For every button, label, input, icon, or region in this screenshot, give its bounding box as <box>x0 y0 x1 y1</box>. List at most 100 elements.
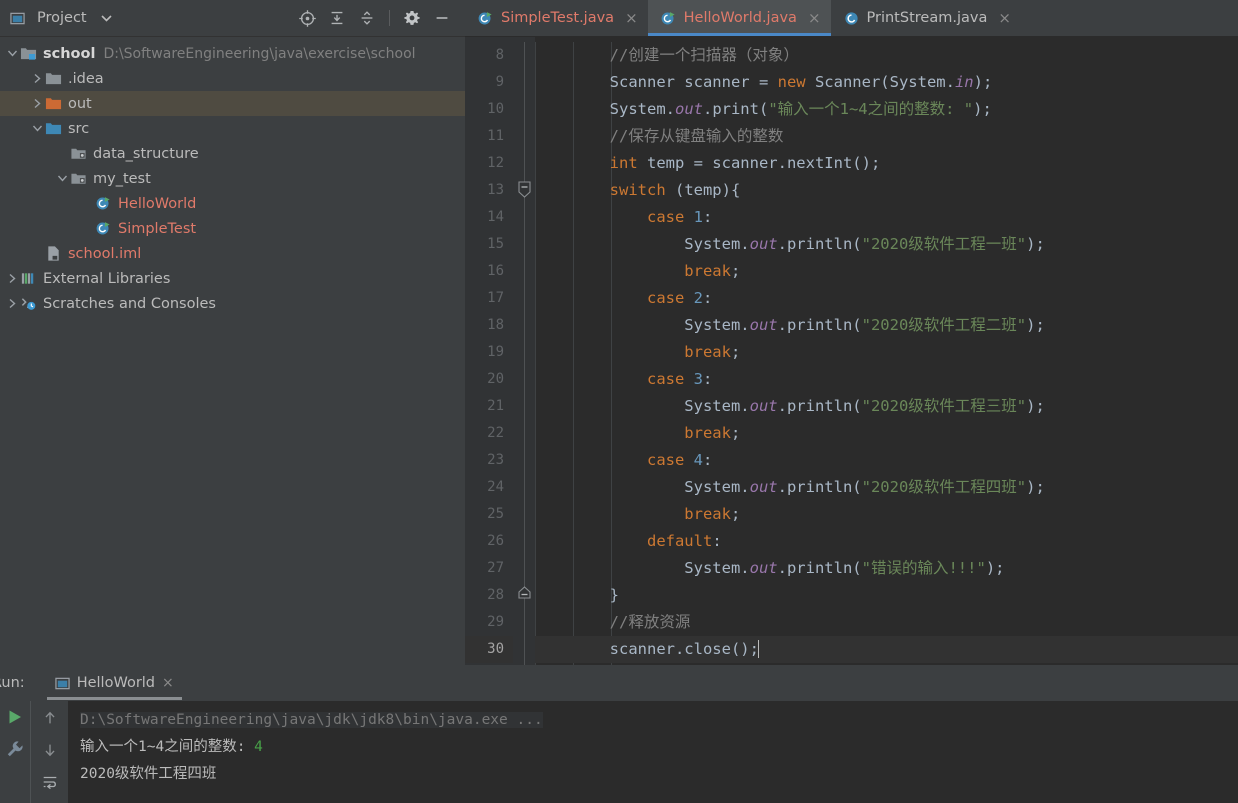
folder-gray-icon <box>45 70 62 87</box>
close-icon[interactable]: × <box>808 9 821 27</box>
package-icon <box>70 170 87 187</box>
tree-item-label: school <box>43 45 96 62</box>
twisty-right-icon[interactable] <box>4 296 20 312</box>
line-number: 8 <box>495 47 504 63</box>
soft-wrap-icon[interactable] <box>41 773 59 791</box>
line-number: 24 <box>487 479 504 495</box>
editor-area: SimpleTest.java × HelloWorld.java × PrintStr… <box>465 0 1238 665</box>
java-class-icon <box>843 10 860 27</box>
tree-item-my_test[interactable]: my_test <box>0 166 465 191</box>
editor-tab-printstream-java[interactable]: PrintStream.java × <box>831 0 1021 36</box>
code-line[interactable]: System.out.println("2020级软件工程四班"); <box>535 474 1238 501</box>
console-result: 2020级软件工程四班 <box>80 766 217 782</box>
code-line[interactable]: System.out.print("输入一个1~4之间的整数: "); <box>535 96 1238 123</box>
project-panel-title: Project <box>37 10 87 26</box>
fold-gutter[interactable] <box>513 37 535 665</box>
twisty-right-icon[interactable] <box>29 71 45 87</box>
code-line[interactable]: break; <box>535 339 1238 366</box>
code-line[interactable]: case 1: <box>535 204 1238 231</box>
tree-item-simpletest[interactable]: SimpleTest <box>0 216 465 241</box>
twisty-down-icon[interactable] <box>4 46 20 62</box>
code-line[interactable]: case 2: <box>535 285 1238 312</box>
line-number: 22 <box>487 425 504 441</box>
code-line[interactable]: } <box>535 582 1238 609</box>
code-line[interactable]: case 4: <box>535 447 1238 474</box>
chevron-down-icon[interactable] <box>94 5 120 31</box>
tree-item-data_structure[interactable]: data_structure <box>0 141 465 166</box>
tree-item-label: .idea <box>68 70 104 87</box>
twisty-down-icon[interactable] <box>54 171 70 187</box>
code-line[interactable]: int temp = scanner.nextInt(); <box>535 150 1238 177</box>
code-line[interactable]: System.out.println("2020级软件工程一班"); <box>535 231 1238 258</box>
run-panel-body: D:\SoftwareEngineering\java\jdk\jdk8\bin… <box>0 701 1238 803</box>
gear-icon[interactable] <box>399 5 425 31</box>
line-number: 12 <box>487 155 504 171</box>
code-line[interactable]: //创建一个扫描器（对象） <box>535 42 1238 69</box>
minimize-icon[interactable] <box>429 5 455 31</box>
fold-marker-end[interactable] <box>517 586 532 603</box>
code-line[interactable]: scanner.close(); <box>535 636 1238 663</box>
code-line[interactable]: break; <box>535 258 1238 285</box>
editor-tabbar: SimpleTest.java × HelloWorld.java × PrintStr… <box>465 0 1238 37</box>
line-number: 25 <box>487 506 504 522</box>
close-icon[interactable]: × <box>998 9 1011 27</box>
tree-item-scratches-and-consoles[interactable]: Scratches and Consoles <box>0 291 465 316</box>
java-class-run-icon <box>477 10 494 27</box>
project-panel-toolbar <box>294 5 465 31</box>
run-icon[interactable] <box>5 707 25 727</box>
line-number: 26 <box>487 533 504 549</box>
code-line[interactable]: case 3: <box>535 366 1238 393</box>
tree-item-external-libraries[interactable]: External Libraries <box>0 266 465 291</box>
tree-item-school[interactable]: school D:\SoftwareEngineering\java\exerci… <box>0 41 465 66</box>
tree-item-out[interactable]: out <box>0 91 465 116</box>
tree-item-helloworld[interactable]: HelloWorld <box>0 191 465 216</box>
editor-tab-simpletest-java[interactable]: SimpleTest.java × <box>465 0 648 36</box>
twisty-right-icon[interactable] <box>29 96 45 112</box>
code-line[interactable]: System.out.println("错误的输入!!!"); <box>535 555 1238 582</box>
locate-icon[interactable] <box>294 5 320 31</box>
line-number: 15 <box>487 236 504 252</box>
line-number: 19 <box>487 344 504 360</box>
console-output[interactable]: D:\SoftwareEngineering\java\jdk\jdk8\bin… <box>68 701 1238 803</box>
run-panel-label: Run: <box>0 675 25 691</box>
line-number: 9 <box>495 74 504 90</box>
tree-item--idea[interactable]: .idea <box>0 66 465 91</box>
code-line[interactable]: switch (temp){ <box>535 177 1238 204</box>
close-icon[interactable]: × <box>625 9 638 27</box>
tree-item-label: my_test <box>93 170 151 187</box>
line-number: 27 <box>487 560 504 576</box>
editor-tab-helloworld-java[interactable]: HelloWorld.java × <box>647 0 831 36</box>
tree-item-school-iml[interactable]: school.iml <box>0 241 465 266</box>
wrench-icon[interactable] <box>5 739 25 759</box>
folder-orange-icon <box>45 95 62 112</box>
folder-blue-icon <box>45 120 62 137</box>
close-icon[interactable]: × <box>162 675 174 691</box>
code-line[interactable]: break; <box>535 501 1238 528</box>
tree-item-label: Scratches and Consoles <box>43 295 216 312</box>
code-line[interactable]: Scanner scanner = new Scanner(System.in)… <box>535 69 1238 96</box>
run-tab-helloworld[interactable]: HelloWorld × <box>46 665 182 701</box>
code-line[interactable]: //保存从键盘输入的整数 <box>535 123 1238 150</box>
arrow-down-icon[interactable] <box>41 741 59 759</box>
twisty-down-icon[interactable] <box>29 121 45 137</box>
tree-item-src[interactable]: src <box>0 116 465 141</box>
console-command-line: D:\SoftwareEngineering\java\jdk\jdk8\bin… <box>80 712 543 728</box>
arrow-up-icon[interactable] <box>41 709 59 727</box>
code-line[interactable]: System.out.println("2020级软件工程二班"); <box>535 312 1238 339</box>
project-title-group[interactable]: Project <box>4 5 120 31</box>
run-panel-header: Run: HelloWorld × <box>0 665 1238 701</box>
console-actions-toolbar <box>30 701 68 803</box>
code-line[interactable]: default: <box>535 528 1238 555</box>
expand-all-icon[interactable] <box>324 5 350 31</box>
collapse-all-icon[interactable] <box>354 5 380 31</box>
line-number: 11 <box>487 128 504 144</box>
tree-item-label: HelloWorld <box>118 195 197 212</box>
code-line[interactable]: break; <box>535 420 1238 447</box>
code-editor[interactable]: 8 9 10 11 12 13 14 15 16 17 18 19 20 21 22 23 24 25 26 27 28… <box>465 37 1238 665</box>
twisty-right-icon[interactable] <box>4 271 20 287</box>
code-line[interactable]: //释放资源 <box>535 609 1238 636</box>
code-lines[interactable]: //创建一个扫描器（对象） Scanner scanner = new Scan… <box>535 37 1238 665</box>
fold-marker-start[interactable] <box>517 181 532 198</box>
code-line[interactable]: System.out.println("2020级软件工程三班"); <box>535 393 1238 420</box>
